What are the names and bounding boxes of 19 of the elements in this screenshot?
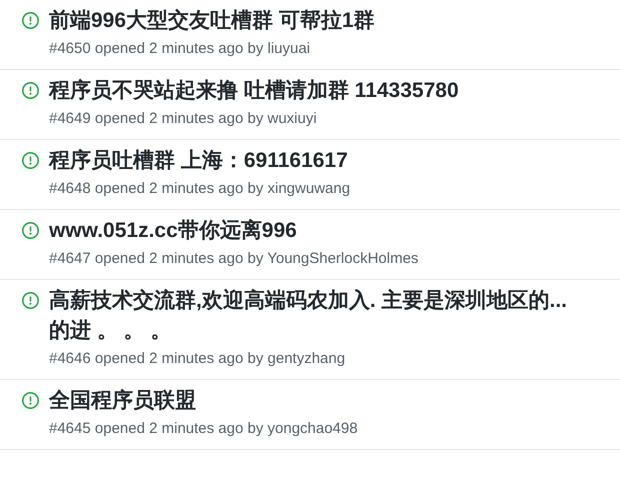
issue-title[interactable]: 程序员不哭站起来撸 吐槽请加群 114335780 xyxy=(49,76,459,106)
issue-title[interactable]: 全国程序员联盟 xyxy=(49,386,358,416)
open-issue-icon xyxy=(22,12,39,29)
open-issue-icon xyxy=(22,392,39,409)
issue-title[interactable]: 高薪技术交流群,欢迎高端码农加入. 主要是深圳地区的... xyxy=(49,286,568,316)
issue-meta: #4646 opened 2 minutes ago by gentyzhang xyxy=(49,349,346,369)
issue-meta: #4645 opened 2 minutes ago by yongchao498 xyxy=(49,419,358,439)
open-issue-icon xyxy=(22,222,39,239)
issue-meta: #4648 opened 2 minutes ago by xingwuwang xyxy=(49,179,350,199)
issue-title[interactable]: 的进 。 。 。 xyxy=(49,316,568,346)
issue-title[interactable]: 程序员吐槽群 上海：691161617 xyxy=(49,146,350,176)
open-issue-icon xyxy=(22,82,39,99)
issue-title[interactable]: 前端996大型交友吐槽群 可帮拉1群 xyxy=(49,6,375,36)
issue-meta: #4647 opened 2 minutes ago by YoungSherlockHolmes xyxy=(49,249,418,269)
open-issue-icon xyxy=(22,152,39,169)
issue-meta: #4650 opened 2 minutes ago by liuyuai xyxy=(49,39,312,59)
issue-meta: #4649 opened 2 minutes ago by wuxiuyi xyxy=(49,109,318,129)
issue-title[interactable]: www.051z.cc带你远离996 xyxy=(49,216,418,246)
open-issue-icon xyxy=(22,292,39,309)
